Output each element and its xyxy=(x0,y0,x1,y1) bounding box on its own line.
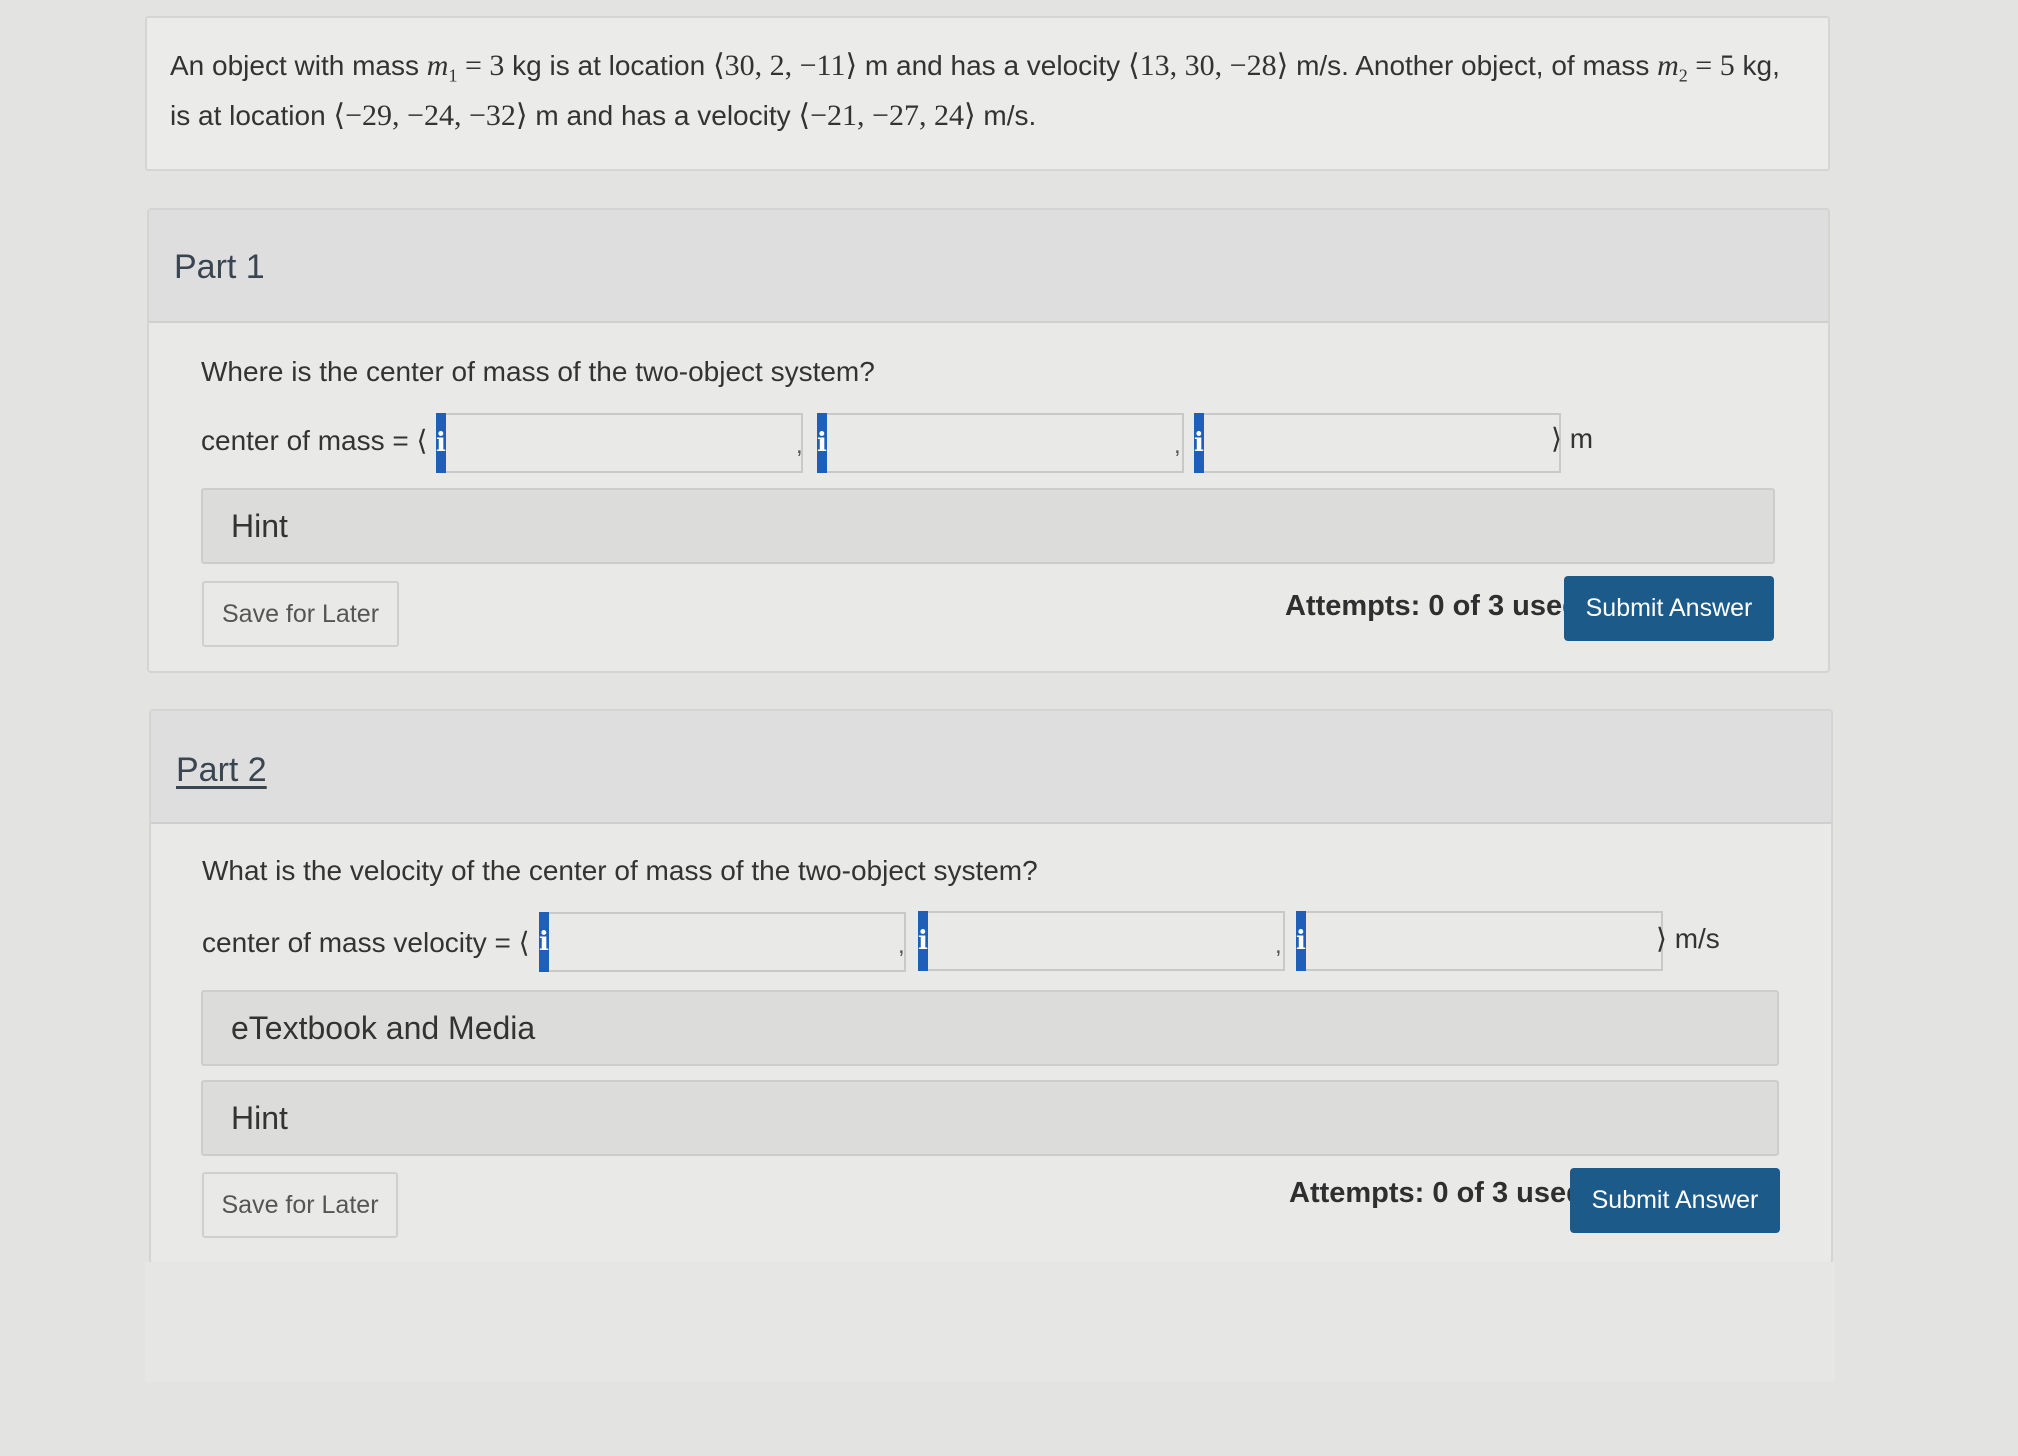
problem-text-segment: m and has a velocity xyxy=(527,99,799,131)
problem-text: An object with mass m1 = 3 kg is at loca… xyxy=(170,46,1820,136)
problem-text-segment: kg, xyxy=(1734,50,1780,81)
mass-1-symbol: m xyxy=(426,49,449,82)
etextbook-media-toggle[interactable]: eTextbook and Media xyxy=(201,990,1779,1066)
mass-2-subscript: 2 xyxy=(1678,65,1688,86)
part-2-question: What is the velocity of the center of ma… xyxy=(202,855,1038,886)
info-icon[interactable]: i xyxy=(1194,413,1204,473)
vcm-x-group: i xyxy=(539,912,906,972)
com-x-input[interactable] xyxy=(445,413,803,473)
problem-line-1: An object with mass m1 = 3 kg is at loca… xyxy=(170,46,1820,96)
comma-separator: , xyxy=(898,932,905,959)
comma-separator: , xyxy=(796,432,803,459)
info-icon[interactable]: i xyxy=(436,413,446,473)
center-of-mass-label: center of mass = ⟨ xyxy=(201,425,428,456)
problem-text-segment: An object with mass xyxy=(170,50,427,81)
unit-label: ⟩ m/s xyxy=(1656,923,1720,954)
com-y-input[interactable] xyxy=(826,413,1184,473)
vcm-z-input[interactable] xyxy=(1305,911,1663,971)
com-x-group: i xyxy=(436,413,803,473)
part-2-hint-toggle[interactable]: Hint xyxy=(201,1080,1779,1156)
part-2-title-link[interactable]: Part 2 xyxy=(176,751,267,790)
velocity-2-vector: ⟨−21, −27, 24⟩ xyxy=(798,98,976,132)
mass-2-symbol: m xyxy=(1657,49,1679,82)
part-1-submit-button[interactable]: Submit Answer xyxy=(1564,576,1774,641)
info-icon[interactable]: i xyxy=(1296,911,1306,971)
part-1-title: Part 1 xyxy=(174,248,265,286)
velocity-1-vector: ⟨13, 30, −28⟩ xyxy=(1127,49,1289,82)
unit-label: ⟩ m xyxy=(1551,423,1594,454)
equals-sign: = xyxy=(457,49,490,82)
part-1-header xyxy=(149,210,1828,323)
mass-2-value: 5 xyxy=(1719,49,1735,82)
problem-text-segment: m and has a velocity xyxy=(857,50,1128,81)
problem-text-segment: m/s. Another object, of mass xyxy=(1288,50,1658,81)
part-2-submit-button[interactable]: Submit Answer xyxy=(1570,1168,1780,1233)
info-icon[interactable]: i xyxy=(539,912,549,972)
mass-1-value: 3 xyxy=(489,49,505,82)
vcm-x-input[interactable] xyxy=(548,912,906,972)
vcm-y-group: i xyxy=(918,911,1285,971)
problem-text-segment: is at location xyxy=(170,99,334,131)
comma-separator: , xyxy=(1275,932,1282,959)
problem-line-2: is at location ⟨−29, −24, −32⟩ m and has… xyxy=(170,96,1820,136)
com-y-group: i xyxy=(817,413,1184,473)
info-icon[interactable]: i xyxy=(918,911,928,971)
part-1-save-for-later-button[interactable]: Save for Later xyxy=(202,581,399,647)
vcm-z-group: i xyxy=(1296,911,1663,971)
page-bottom-area xyxy=(145,1262,1835,1382)
com-z-group: i xyxy=(1194,413,1561,473)
vcm-y-input[interactable] xyxy=(927,911,1285,971)
equals-sign: = xyxy=(1687,49,1720,82)
part-2-attempts: Attempts: 0 of 3 used xyxy=(1289,1177,1584,1209)
center-of-mass-velocity-label: center of mass velocity = ⟨ xyxy=(202,927,530,958)
part-1-attempts: Attempts: 0 of 3 used xyxy=(1285,590,1580,622)
part-1-hint-toggle[interactable]: Hint xyxy=(201,488,1775,564)
position-1-vector: ⟨30, 2, −11⟩ xyxy=(712,49,858,82)
com-z-input[interactable] xyxy=(1203,413,1561,473)
problem-text-segment: kg is at location xyxy=(504,50,713,81)
comma-separator: , xyxy=(1174,432,1181,459)
problem-text-segment: m/s. xyxy=(975,99,1037,131)
position-2-vector: ⟨−29, −24, −32⟩ xyxy=(333,98,528,132)
part-2-header xyxy=(151,711,1831,824)
part-1-question: Where is the center of mass of the two-o… xyxy=(201,356,875,387)
info-icon[interactable]: i xyxy=(817,413,827,473)
part-2-save-for-later-button[interactable]: Save for Later xyxy=(202,1172,398,1238)
